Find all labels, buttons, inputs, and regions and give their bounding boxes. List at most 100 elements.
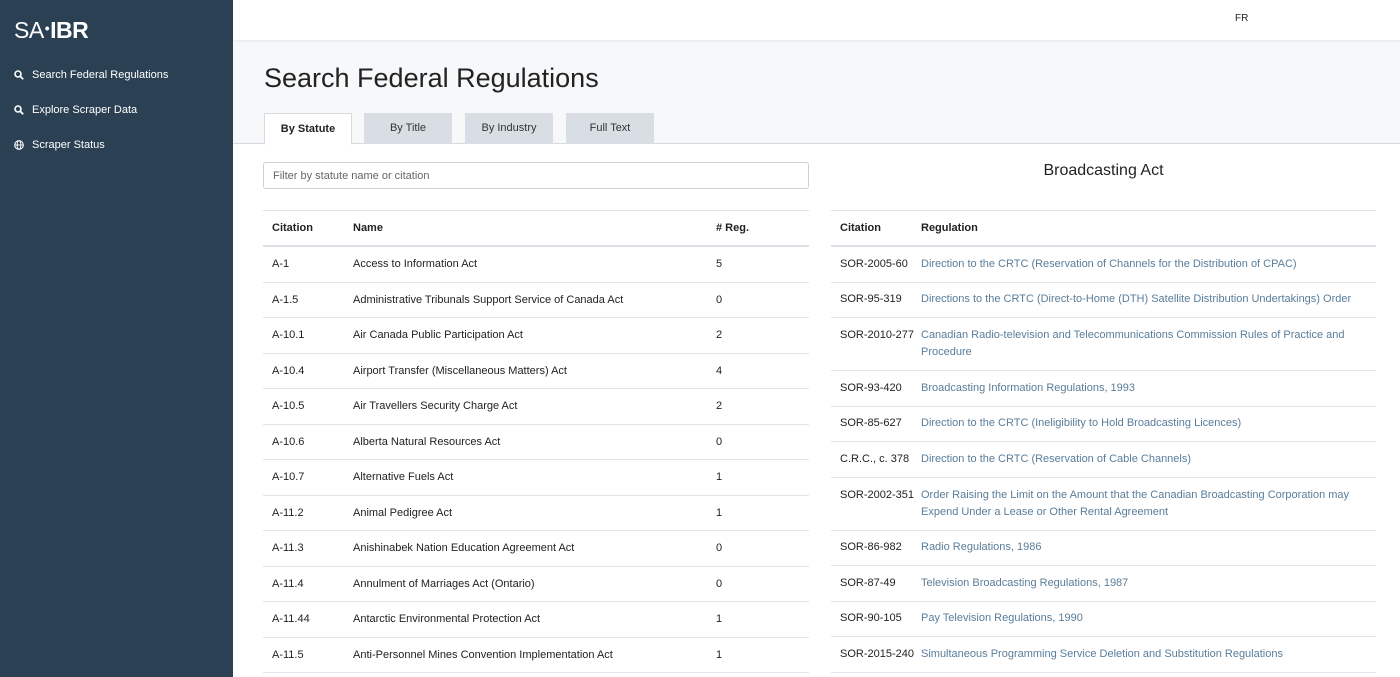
logo-dot: • — [44, 20, 50, 36]
table-row[interactable]: A-10.7 Alternative Fuels Act 1 — [263, 460, 809, 496]
statute-name: Alberta Natural Resources Act — [353, 435, 501, 448]
tab-full-text[interactable]: Full Text — [566, 113, 654, 144]
statute-citation: A-10.4 — [272, 364, 305, 377]
regulation-link[interactable]: Television Broadcasting Regulations, 198… — [921, 575, 1376, 592]
table-header: Citation Name # Reg. — [263, 210, 809, 247]
statute-citation: A-11.44 — [272, 613, 310, 626]
statute-name: Access to Information Act — [353, 258, 478, 271]
tab-by-statute[interactable]: By Statute — [264, 113, 352, 145]
regulation-citation: SOR-2005-60 — [840, 257, 908, 270]
regulation-link[interactable]: Directions to the CRTC (Direct-to-Home (… — [921, 291, 1376, 308]
table-row: SOR-90-105 Pay Television Regulations, 19… — [831, 602, 1376, 637]
regulation-link[interactable]: Direction to the CRTC (Reservation of Ca… — [921, 451, 1376, 468]
table-row[interactable]: A-1 Access to Information Act 5 — [263, 247, 809, 283]
table-row[interactable]: A-10.5 Air Travellers Security Charge Act… — [263, 389, 809, 425]
regulation-link[interactable]: Broadcasting Information Regulations, 19… — [921, 380, 1376, 397]
table-row[interactable]: A-10.6 Alberta Natural Resources Act 0 — [263, 425, 809, 460]
sidebar: SA•IBR Search Federal Regulations Explor… — [0, 0, 233, 677]
regulation-citation: SOR-86-982 — [840, 541, 902, 554]
statute-reg-count: 0 — [716, 577, 723, 590]
app-logo[interactable]: SA•IBR — [14, 17, 89, 44]
nav-label: Scraper Status — [32, 139, 105, 151]
statute-reg-count: 2 — [716, 329, 723, 342]
statute-name: Alternative Fuels Act — [353, 471, 454, 484]
nav-search-federal-regulations[interactable]: Search Federal Regulations — [14, 69, 168, 81]
globe-icon — [14, 140, 24, 150]
table-row: SOR-2010-277 Canadian Radio-television an… — [831, 318, 1376, 371]
statute-name: Annulment of Marriages Act (Ontario) — [353, 577, 535, 590]
table-row[interactable]: A-11.4 Annulment of Marriages Act (Ontari… — [263, 567, 809, 602]
regulation-citation: SOR-95-319 — [840, 293, 902, 306]
statute-citation: A-11.2 — [272, 506, 304, 519]
regulation-citation: SOR-2002-351 — [840, 488, 914, 501]
regulation-link[interactable]: Order Raising the Limit on the Amount th… — [921, 487, 1376, 521]
statute-name: Antarctic Environmental Protection Act — [353, 613, 541, 626]
regulation-link[interactable]: Direction to the CRTC (Ineligibility to … — [921, 415, 1376, 432]
table-row[interactable]: A-1.5 Administrative Tribunals Support Se… — [263, 283, 809, 318]
statute-name: Administrative Tribunals Support Service… — [353, 293, 624, 306]
column-header-citation[interactable]: Citation — [831, 222, 921, 234]
column-header-regulation[interactable]: Regulation — [921, 222, 1376, 234]
regulation-citation: SOR-85-627 — [840, 417, 902, 430]
table-row: SOR-85-627 Direction to the CRTC (Ineligi… — [831, 407, 1376, 442]
statute-name: Air Travellers Security Charge Act — [353, 400, 518, 413]
statute-reg-count: 1 — [716, 471, 723, 484]
search-icon — [14, 105, 24, 115]
regulation-citation: SOR-2010-277 — [840, 329, 914, 341]
statute-citation: A-10.6 — [272, 435, 305, 448]
table-row: SOR-93-420 Broadcasting Information Regul… — [831, 371, 1376, 407]
logo-text-left: SA — [14, 17, 44, 43]
statute-reg-count: 0 — [716, 293, 723, 306]
table-row[interactable]: A-10.1 Air Canada Public Participation Ac… — [263, 318, 809, 354]
statute-reg-count: 1 — [716, 613, 723, 626]
regulation-link[interactable]: Canadian Radio-television and Telecommun… — [921, 327, 1376, 361]
nav-scraper-status[interactable]: Scraper Status — [14, 139, 105, 151]
statute-reg-count: 4 — [716, 364, 723, 377]
table-row[interactable]: A-11.5 Anti-Personnel Mines Convention Im… — [263, 638, 809, 673]
table-row[interactable]: A-10.4 Airport Transfer (Miscellaneous Ma… — [263, 354, 809, 389]
statute-reg-count: 0 — [716, 435, 723, 448]
statute-name: Anishinabek Nation Education Agreement A… — [353, 542, 575, 555]
regulation-link[interactable]: Radio Regulations, 1986 — [921, 539, 1376, 556]
table-row: SOR-86-982 Radio Regulations, 1986 — [831, 531, 1376, 566]
column-header-reg-count[interactable]: # Reg. — [716, 222, 809, 234]
statute-reg-count: 1 — [716, 506, 723, 519]
statute-reg-count: 1 — [716, 648, 723, 661]
regulation-link[interactable]: Direction to the CRTC (Reservation of Ch… — [921, 256, 1376, 273]
statute-reg-count: 0 — [716, 542, 723, 555]
logo-text-right: IBR — [50, 17, 89, 43]
statute-citation: A-11.5 — [272, 648, 304, 661]
nav-explore-scraper-data[interactable]: Explore Scraper Data — [14, 104, 137, 116]
statute-citation: A-1.5 — [272, 293, 299, 306]
statute-citation: A-11.3 — [272, 542, 304, 555]
statute-citation: A-10.7 — [272, 471, 305, 484]
nav-label: Search Federal Regulations — [32, 69, 169, 81]
table-row: SOR-2015-240 Simultaneous Programming Ser… — [831, 637, 1376, 673]
regulation-link[interactable]: Pay Television Regulations, 1990 — [921, 610, 1376, 627]
regulation-citation: SOR-2015-240 — [840, 647, 914, 660]
statute-citation: A-10.5 — [272, 400, 305, 413]
table-row[interactable]: A-11.44 Antarctic Environmental Protectio… — [263, 602, 809, 638]
page-title: Search Federal Regulations — [264, 63, 599, 93]
statute-name: Anti-Personnel Mines Convention Implemen… — [353, 648, 613, 661]
language-toggle[interactable]: FR — [1235, 13, 1248, 24]
table-row[interactable]: A-11.2 Animal Pedigree Act 1 — [263, 496, 809, 531]
table-row[interactable]: A-11.3 Anishinabek Nation Education Agree… — [263, 531, 809, 567]
search-icon — [14, 70, 24, 80]
statute-name: Airport Transfer (Miscellaneous Matters)… — [353, 364, 567, 377]
table-row: SOR-87-49 Television Broadcasting Regulat… — [831, 566, 1376, 602]
statute-citation: A-10.1 — [272, 329, 305, 342]
statute-filter-input[interactable] — [263, 162, 809, 189]
table-row: C.R.C., c. 378 Direction to the CRTC (Res… — [831, 442, 1376, 478]
regulation-citation: SOR-93-420 — [840, 381, 902, 394]
statute-citation: A-11.4 — [272, 577, 304, 590]
tab-by-title[interactable]: By Title — [364, 113, 452, 144]
column-header-name[interactable]: Name — [353, 222, 716, 234]
column-header-citation[interactable]: Citation — [263, 222, 353, 234]
selected-statute-title: Broadcasting Act — [1043, 162, 1164, 179]
regulation-link[interactable]: Simultaneous Programming Service Deletio… — [921, 646, 1376, 663]
regulations-table: Citation Regulation SOR-2005-60 Direction… — [831, 210, 1376, 673]
top-bar: FR — [233, 0, 1400, 40]
tab-by-industry[interactable]: By Industry — [465, 113, 553, 144]
regulation-citation: SOR-90-105 — [840, 612, 902, 625]
